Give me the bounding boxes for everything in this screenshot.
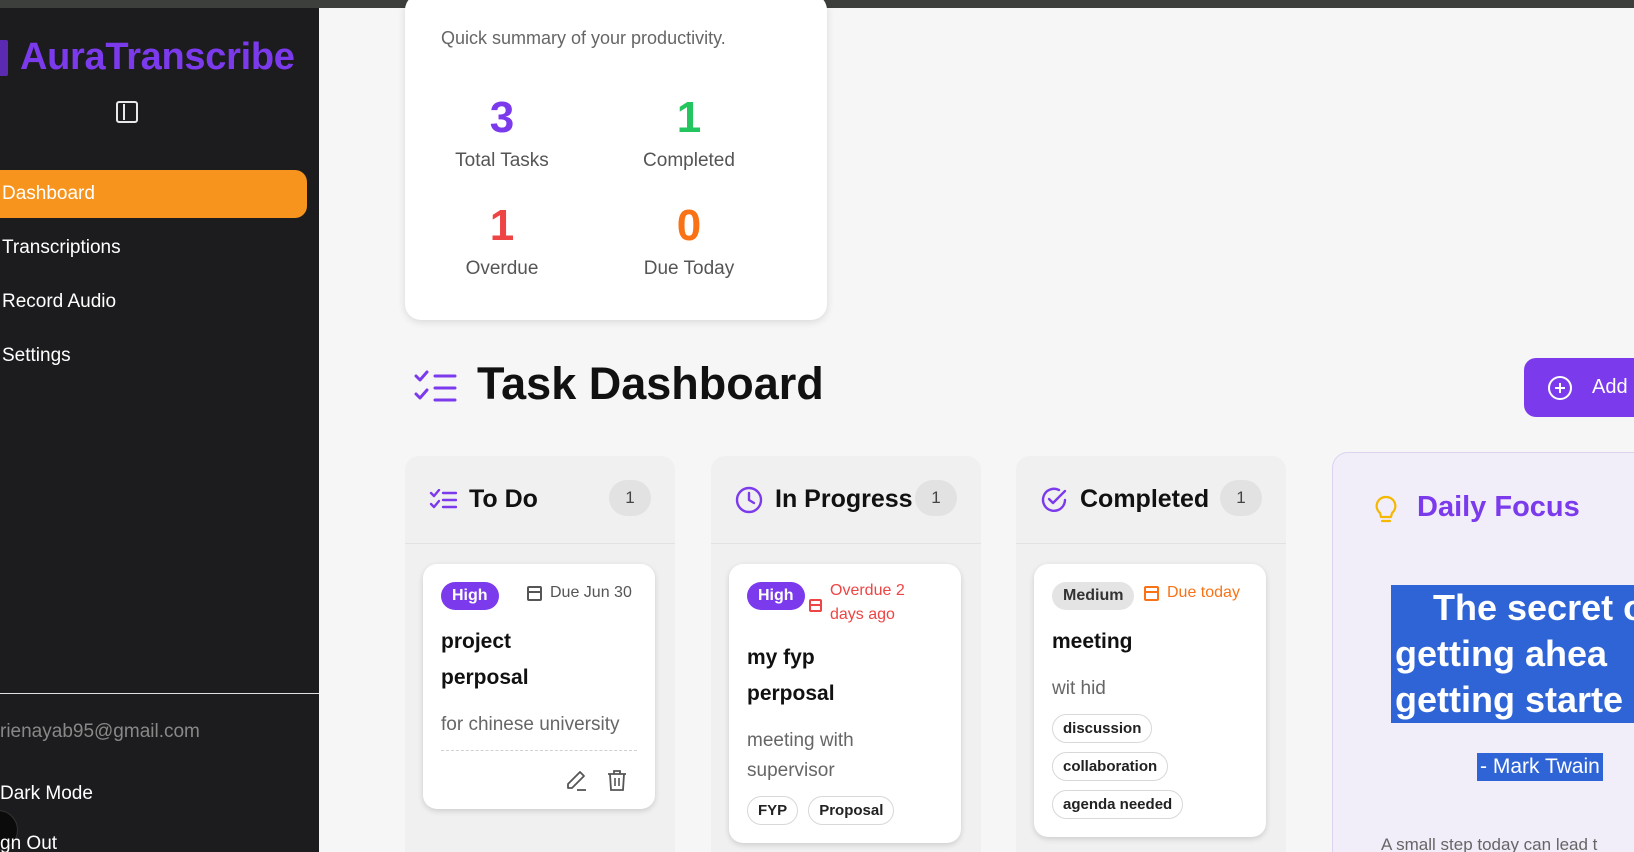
column-header: To Do 1: [405, 456, 675, 544]
tag[interactable]: Proposal: [808, 796, 895, 825]
clock-icon: [735, 486, 763, 513]
tag-list: FYP Proposal: [747, 796, 943, 825]
due-date: Due Jun 30: [527, 584, 632, 602]
stat-label: Completed: [643, 150, 735, 171]
stat-due-today: 0 Due Today: [599, 204, 779, 280]
calendar-icon: [809, 599, 822, 612]
add-task-label: Add: [1592, 376, 1628, 398]
tag-list: discussion collaboration agenda needed: [1052, 714, 1248, 819]
task-title-line: my fyp: [747, 646, 815, 669]
quote-line: getting starte: [1393, 679, 1626, 720]
stat-label: Overdue: [465, 258, 539, 279]
tag[interactable]: FYP: [747, 796, 799, 825]
overdue-text-line: days ago: [830, 606, 895, 623]
due-date-text: Due Jun 30: [550, 584, 632, 601]
task-title-line: perposal: [441, 666, 529, 689]
task-title-line: project: [441, 630, 512, 653]
task-description: meeting with supervisor: [747, 726, 943, 786]
calendar-icon: [1144, 586, 1159, 601]
task-card[interactable]: Medium Due today meeting wit hid discuss…: [1034, 564, 1266, 837]
priority-badge: Medium: [1052, 582, 1135, 610]
sidebar-item-record-audio[interactable]: Record Audio: [0, 278, 307, 326]
column-title: Completed: [1080, 485, 1210, 513]
column-title: To Do: [469, 485, 538, 513]
column-count-badge: 1: [609, 480, 651, 516]
task-description-line: meeting with: [747, 730, 854, 751]
daily-quote: The secret o getting ahea getting starte: [1391, 585, 1634, 723]
quote-author: - Mark Twain: [1477, 753, 1603, 781]
page-title: Task Dashboard: [477, 358, 824, 409]
focus-footer-text: A small step today can lead t: [1381, 835, 1598, 852]
task-description: for chinese university: [441, 714, 620, 735]
tag[interactable]: collaboration: [1052, 752, 1169, 781]
sidebar-item-settings[interactable]: Settings: [0, 332, 307, 380]
stat-value: 3: [489, 93, 515, 142]
task-description-line: supervisor: [747, 760, 835, 781]
quote-line: getting ahea: [1393, 633, 1610, 674]
task-title-line: perposal: [747, 682, 835, 705]
summary-card: Quick summary of your productivity. 3 To…: [405, 0, 827, 320]
task-title: meeting: [1052, 630, 1133, 653]
column-todo: To Do 1 High Due Jun 30 project perposal…: [405, 456, 675, 852]
stat-overdue: 1 Overdue: [412, 204, 592, 280]
tag[interactable]: agenda needed: [1052, 790, 1184, 819]
user-email: rienayab95@gmail.com: [0, 721, 200, 742]
sidebar: AuraTranscribe Dashboard Transcriptions …: [0, 8, 319, 852]
dark-mode-toggle[interactable]: Dark Mode: [0, 783, 93, 805]
due-date: Due today: [1144, 584, 1240, 602]
sidebar-toggle-icon[interactable]: [116, 101, 138, 123]
logo-icon: [0, 39, 8, 76]
daily-focus-panel: Daily Focus The secret o getting ahea ge…: [1332, 452, 1634, 852]
trash-icon[interactable]: [607, 769, 627, 791]
summary-subtitle: Quick summary of your productivity.: [441, 28, 726, 48]
plus-circle-icon: [1548, 375, 1572, 400]
task-card[interactable]: High Due Jun 30 project perposal for chi…: [423, 564, 655, 809]
task-description: wit hid: [1052, 678, 1106, 699]
calendar-icon: [527, 586, 542, 601]
column-in-progress: In Progress 1 High Overdue 2 days ago my…: [711, 456, 981, 852]
column-completed: Completed 1 Medium Due today meeting wit…: [1016, 456, 1286, 852]
column-count-badge: 1: [915, 480, 957, 516]
tag[interactable]: discussion: [1052, 714, 1153, 743]
brand-name: AuraTranscribe: [20, 36, 295, 78]
priority-badge: High: [441, 582, 499, 610]
task-title: my fyp perposal: [747, 640, 943, 712]
sidebar-item-label: Settings: [2, 345, 71, 366]
brand-row[interactable]: AuraTranscribe: [0, 36, 295, 79]
quote-line: The secret o: [1431, 587, 1634, 628]
stat-total-tasks: 3 Total Tasks: [412, 96, 592, 172]
sidebar-nav: Dashboard Transcriptions Record Audio Se…: [0, 170, 307, 386]
priority-badge: High: [747, 582, 805, 610]
add-task-button[interactable]: Add: [1524, 358, 1634, 417]
daily-focus-title: Daily Focus: [1417, 491, 1580, 523]
task-title: project perposal: [441, 624, 637, 696]
sidebar-item-label: Dashboard: [2, 183, 95, 204]
column-count-badge: 1: [1220, 480, 1262, 516]
lightbulb-icon: [1375, 495, 1397, 523]
due-date-text: Due today: [1167, 584, 1240, 601]
list-check-icon: [429, 488, 457, 508]
stat-value: 1: [676, 93, 702, 142]
check-circle-icon: [1041, 487, 1067, 512]
overdue-text-line: Overdue 2: [830, 582, 905, 599]
task-list-icon: [414, 370, 457, 402]
stat-completed: 1 Completed: [599, 96, 779, 172]
column-title: In Progress: [775, 485, 913, 513]
card-actions: [441, 750, 637, 791]
stat-label: Total Tasks: [455, 150, 549, 171]
task-card[interactable]: High Overdue 2 days ago my fyp perposal …: [729, 564, 961, 843]
sign-out-button[interactable]: gn Out: [0, 833, 57, 852]
sidebar-item-label: Record Audio: [2, 291, 117, 312]
edit-icon[interactable]: [565, 769, 587, 791]
stat-value: 1: [489, 201, 515, 250]
sidebar-item-transcriptions[interactable]: Transcriptions: [0, 224, 307, 272]
column-header: In Progress 1: [711, 456, 981, 544]
sidebar-item-dashboard[interactable]: Dashboard: [0, 170, 307, 218]
sidebar-divider: [0, 693, 319, 694]
stat-label: Due Today: [643, 258, 735, 279]
overdue-date: Overdue 2 days ago: [809, 579, 905, 627]
sidebar-item-label: Transcriptions: [2, 237, 121, 258]
stat-value: 0: [676, 201, 702, 250]
column-header: Completed 1: [1016, 456, 1286, 544]
